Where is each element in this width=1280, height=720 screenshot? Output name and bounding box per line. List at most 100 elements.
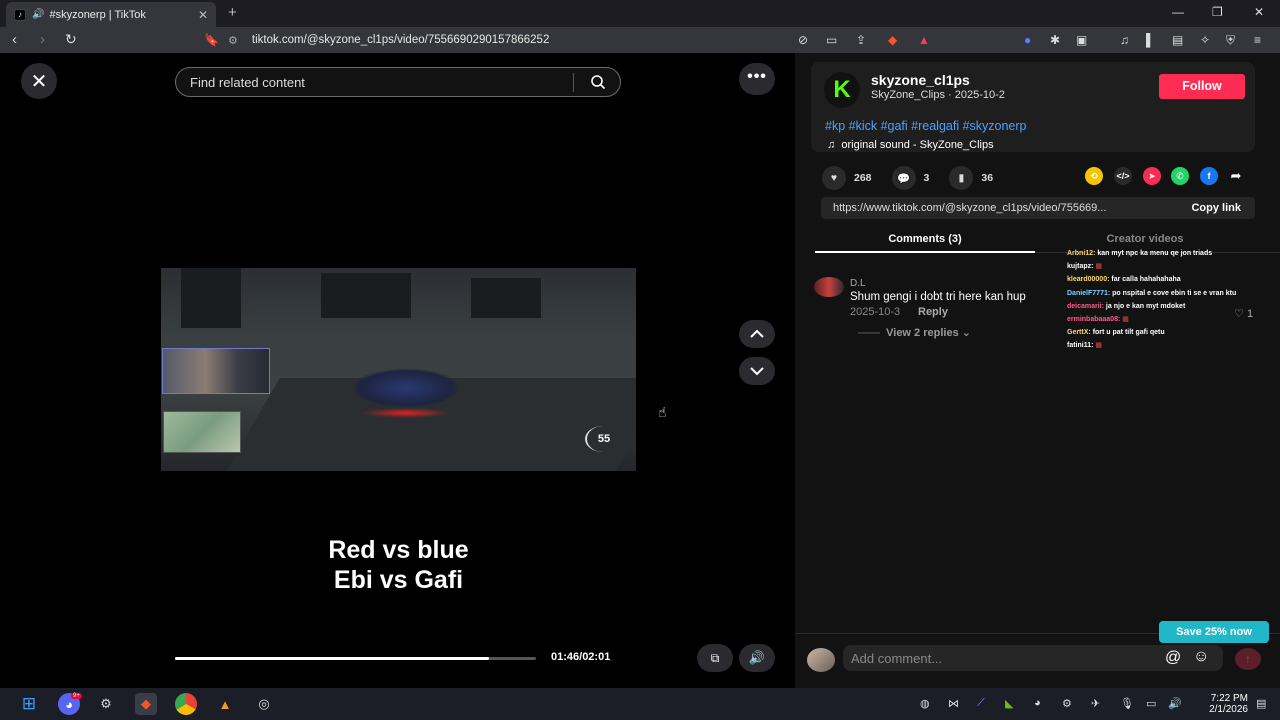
clock-date: 2/1/2026 [1209,704,1248,715]
leo-ai-icon[interactable]: ✧ [1200,33,1210,47]
chat-line: kleard00000: far calla hahahahaha [1067,273,1267,286]
tiktok-favicon-icon: ♪ [14,8,26,21]
comment-button[interactable]: 💬 [891,166,916,190]
video-hashtags[interactable]: #kp #kick #gafi #realgafi #skyzonerp [825,119,1027,133]
menu-icon[interactable]: ≡ [1254,33,1261,47]
url-field[interactable]: ⚙ tiktok.com/@skyzone_cl1ps/video/755669… [228,29,988,51]
arrow-up-icon: ↑ [1245,652,1251,666]
share-arrow-icon[interactable]: ➦ [1227,167,1245,185]
caption-line-2: Ebi vs Gafi [333,566,464,594]
repost-icon[interactable]: ⟲ [1085,167,1103,185]
steam-tray-icon[interactable]: ⚙ [1062,697,1072,710]
tray-app-icon[interactable]: ⋈ [948,697,959,710]
bookmark-icon: ▮ [958,172,965,184]
close-video-button[interactable]: ✕ [21,63,57,99]
window-close-icon[interactable]: ✕ [1254,5,1264,19]
comment-reply-button[interactable]: Reply [918,306,948,318]
tab-creator-videos[interactable]: Creator videos [1060,231,1230,245]
video-progress-bar[interactable] [175,657,536,660]
replies-dash: —— [858,327,887,339]
tab-search-icon[interactable]: ▣ [1076,33,1087,47]
system-clock[interactable]: 7:22 PM 2/1/2026 [1200,693,1248,715]
vpn-icon[interactable]: ⛨ [1226,33,1235,48]
media-control-icon[interactable]: ♫ [1120,33,1129,47]
reload-icon[interactable]: ↻ [65,31,77,48]
creator-username[interactable]: skyzone_cl1ps [871,72,970,88]
forward-icon[interactable]: › [40,31,45,48]
sidebar-icon[interactable]: ▌ [1146,33,1155,47]
search-icon[interactable] [590,74,606,93]
nvidia-icon[interactable]: ◣ [1005,697,1013,710]
like-button[interactable]: ♥ [822,166,846,190]
original-sound[interactable]: ♫ original sound - SkyZone_Clips [827,139,994,151]
search-input[interactable]: Find related content [175,67,621,97]
tab-comments[interactable]: Comments (3) [815,231,1035,253]
minimize-icon[interactable]: — [1172,5,1184,19]
current-user-avatar[interactable] [807,648,835,672]
bookmark-icon[interactable]: 🔖 [204,33,219,47]
brave-shield-icon[interactable]: ◆ [888,33,897,47]
brave-icon[interactable]: ◆ [135,693,157,715]
follow-button[interactable]: Follow [1159,74,1245,99]
cast-icon[interactable]: ▭ [826,33,837,47]
video-link-row: https://www.tiktok.com/@skyzone_cl1ps/vi… [821,197,1255,219]
tray-app-icon[interactable]: ◍ [920,697,930,710]
extensions-icon[interactable]: ✱ [1050,33,1060,47]
tab-title: #skyzonerp | TikTok [49,8,146,21]
brave-rewards-icon[interactable]: ▲ [918,33,930,47]
next-video-button[interactable] [739,357,775,385]
previous-video-button[interactable] [739,320,775,348]
video-player[interactable]: 55 Red vs blue Ebi vs Gafi 01:46/02:01 [161,53,636,686]
extension-orb-icon[interactable]: ● [1024,33,1031,47]
more-options-button[interactable]: ••• [739,63,775,95]
steam-icon[interactable]: ⚙ [95,693,117,715]
send-to-friend-icon[interactable]: ➤ [1143,167,1161,185]
mouse-cursor-icon: ☝ [658,404,667,420]
chat-user: kujtapz: [1067,263,1094,271]
save-promo-button[interactable]: Save 25% now [1159,621,1269,643]
new-tab-icon[interactable]: + [228,4,237,21]
chrome-icon[interactable] [175,693,197,715]
chat-msg: po nspital e cove ebin ti se e vran ktu [1112,289,1237,297]
embed-icon[interactable]: </> [1114,167,1132,185]
creator-avatar[interactable]: K [824,72,860,108]
copy-link-button[interactable]: Copy link [1191,197,1241,219]
audio-playing-icon[interactable]: 🔊 [32,9,44,20]
volume-button[interactable]: 🔊 [739,644,775,672]
commenter-avatar[interactable] [814,277,844,297]
network-icon[interactable]: ▭ [1146,697,1156,710]
app-icon[interactable]: ▲ [214,693,236,715]
save-favorite-button[interactable]: ▮ [949,166,974,190]
maximize-icon[interactable]: ❐ [1212,5,1223,19]
mention-icon[interactable]: @ [1165,649,1181,667]
streamer-webcam [162,348,270,394]
comment-count: 3 [923,172,930,184]
emoji-icon[interactable]: ☺ [1193,648,1209,666]
app-icon[interactable]: ◎ [253,693,275,715]
chat-line: fatini11: ▦ [1067,339,1267,352]
wallet-icon[interactable]: ▤ [1172,33,1183,47]
chat-msg: kan myt npc ka menu qe jon triads [1097,250,1213,257]
floating-player-button[interactable]: ⧉ [697,644,733,672]
video-frame: 55 [161,268,636,471]
speaker-icon[interactable]: 🔊 [1168,697,1182,710]
whatsapp-icon[interactable]: ✆ [1171,167,1189,185]
microphone-icon[interactable]: 🎙 [1120,697,1134,710]
notification-icon[interactable]: ▤ [1256,697,1266,710]
view-replies-button[interactable]: —— View 2 replies ⌄ [858,326,971,339]
share-page-icon[interactable]: ⇪ [856,33,866,47]
discord-tray-icon[interactable]: ◕ [1034,697,1041,709]
tray-app-icon[interactable]: ✈ [1091,697,1100,710]
site-info-icon[interactable]: ⚙ [228,34,238,47]
no-camera-icon[interactable]: ⊘ [798,33,808,47]
tab-close-icon[interactable]: ✕ [198,8,208,22]
chat-user: erminbabaaa08: [1067,316,1121,324]
browser-tab[interactable]: ♪ 🔊 #skyzonerp | TikTok ✕ [6,2,216,27]
post-comment-button[interactable]: ↑ [1235,648,1261,670]
facebook-icon[interactable]: f [1200,167,1218,185]
tray-app-icon[interactable]: ⟋ [977,697,985,710]
chat-line: GerttX: fort u pat tilt gafi qetu [1067,326,1267,339]
back-icon[interactable]: ‹ [12,31,17,48]
windows-start-icon[interactable]: ⊞ [18,693,40,715]
comment-author[interactable]: D.L [850,278,866,289]
